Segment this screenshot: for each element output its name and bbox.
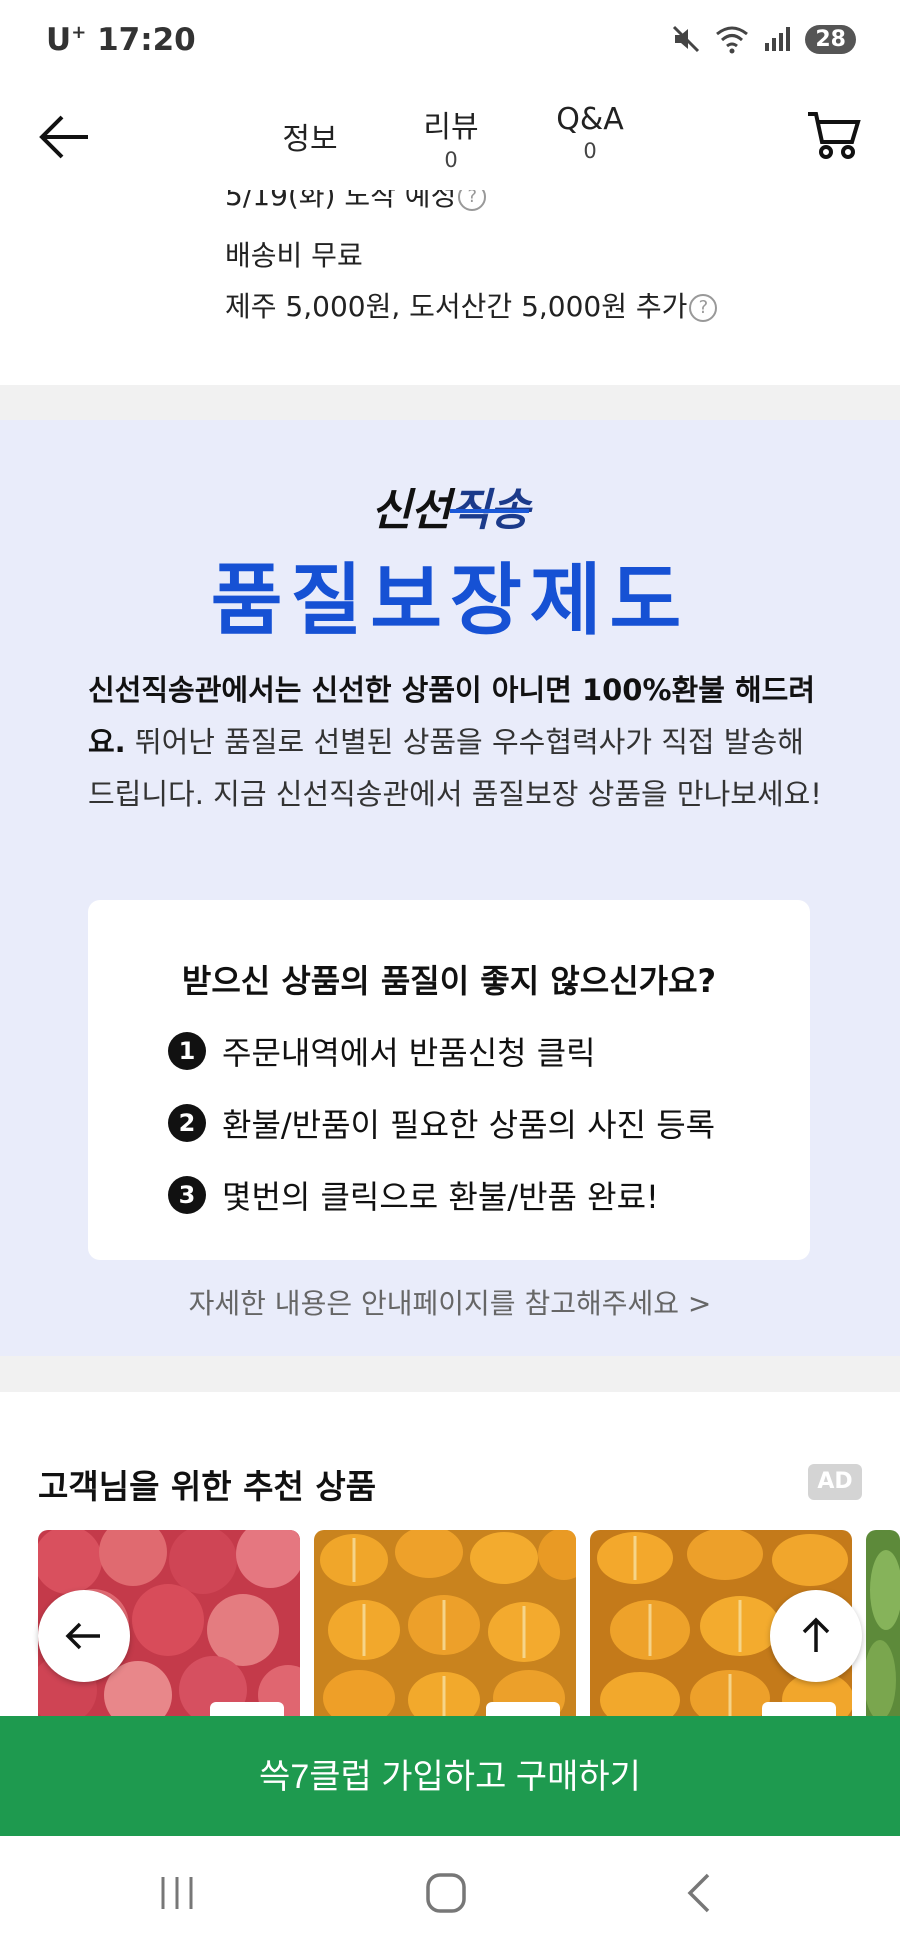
status-bar: U+ 17:20 28	[0, 0, 900, 84]
card-question: 받으신 상품의 품질이 좋지 않으신가요?	[181, 962, 717, 1000]
step-number: 2	[168, 1104, 206, 1142]
recent-apps-button[interactable]	[102, 1836, 252, 1950]
quality-guarantee-banner: 신선직송 품질보장제도 신선직송관에서는 신선한 상품이 아니면 100%환불 …	[0, 420, 900, 1356]
tab-info[interactable]: 정보	[270, 114, 350, 158]
brand-left: 신선	[371, 485, 451, 536]
home-icon	[426, 1873, 466, 1913]
back-arrow-icon	[39, 115, 88, 159]
melon-image	[314, 1530, 576, 1716]
tab-qna-count: 0	[583, 139, 597, 163]
brand-right: 직송	[450, 485, 530, 536]
system-navigation-bar	[0, 1836, 900, 1950]
chevron-left-icon	[687, 1873, 710, 1913]
greens-image	[866, 1530, 900, 1716]
step-item: 3 몇번의 클릭으로 환불/반품 완료!	[168, 1172, 659, 1218]
clock: 17:20	[97, 22, 196, 58]
section-divider	[0, 1356, 900, 1392]
guide-page-link[interactable]: 자세한 내용은 안내페이지를 참고해주세요 >	[0, 1282, 900, 1322]
section-divider	[0, 385, 900, 420]
carrier-plus: +	[71, 22, 87, 43]
promo-description-rest: 뛰어난 품질로 선별된 상품을 우수협력사가 직접 발송해 드립니다. 지금 신…	[88, 725, 822, 811]
product-tag	[210, 1702, 284, 1716]
home-button[interactable]	[371, 1836, 521, 1950]
left-arrow-icon	[65, 1622, 100, 1650]
ad-badge[interactable]: AD	[808, 1464, 862, 1500]
step-text: 환불/반품이 필요한 상품의 사진 등록	[222, 1106, 716, 1144]
product-card-melon[interactable]	[314, 1530, 576, 1716]
tab-qna-label: Q&A	[556, 102, 624, 137]
signal-icon	[765, 27, 791, 51]
shipping-fee: 배송비 무료	[225, 239, 363, 272]
shipping-extra-text: 제주 5,000원, 도서산간 5,000원 추가	[225, 290, 688, 323]
tab-review[interactable]: 리뷰 0	[408, 102, 494, 172]
product-tag	[486, 1702, 560, 1716]
tab-info-label: 정보	[282, 122, 338, 157]
tab-qna[interactable]: Q&A 0	[544, 102, 636, 163]
battery-indicator: 28	[805, 24, 856, 54]
step-item: 1 주문내역에서 반품신청 클릭	[168, 1028, 596, 1074]
step-number: 1	[168, 1032, 206, 1070]
step-number: 3	[168, 1176, 206, 1214]
cart-icon	[808, 112, 861, 159]
arrival-text: 5/19(화) 도착 예정	[225, 190, 457, 212]
carrier-label: U+ 17:20	[46, 22, 196, 58]
system-back-button[interactable]	[624, 1836, 774, 1950]
join-club-purchase-button[interactable]: 쓱7클럽 가입하고 구매하기	[0, 1716, 900, 1836]
tab-review-label: 리뷰	[423, 110, 479, 145]
recommend-title: 고객님을 위한 추천 상품	[38, 1467, 377, 1506]
scroll-back-button[interactable]	[38, 1590, 130, 1682]
tab-review-count: 0	[444, 148, 458, 172]
product-tag	[762, 1702, 836, 1716]
arrival-help-icon[interactable]: ?	[458, 190, 487, 211]
step-text: 주문내역에서 반품신청 클릭	[222, 1034, 596, 1072]
refund-steps-card: 받으신 상품의 품질이 좋지 않으신가요? 1 주문내역에서 반품신청 클릭 2…	[88, 900, 810, 1260]
product-header: 정보 리뷰 0 Q&A 0	[0, 84, 900, 194]
shipping-extra: 제주 5,000원, 도서산간 5,000원 추가?	[225, 285, 718, 325]
wifi-icon	[716, 26, 749, 54]
recent-apps-icon	[161, 1877, 193, 1909]
back-button[interactable]	[36, 112, 96, 162]
brand-logo: 신선직송	[0, 474, 900, 538]
system-icons: 28	[671, 24, 856, 54]
cart-button[interactable]	[806, 108, 862, 162]
carrier-name: U	[46, 22, 72, 58]
shipping-help-icon[interactable]: ?	[689, 294, 718, 322]
promo-title: 품질보장제도	[210, 556, 690, 646]
scroll-top-button[interactable]	[770, 1590, 862, 1682]
step-text: 몇번의 클릭으로 환불/반품 완료!	[222, 1178, 659, 1216]
product-card-greens[interactable]	[866, 1530, 900, 1716]
step-item: 2 환불/반품이 필요한 상품의 사진 등록	[168, 1100, 715, 1146]
promo-description: 신선직송관에서는 신선한 상품이 아니면 100%환불 해드려요. 뛰어난 품질…	[88, 664, 828, 820]
up-arrow-icon	[802, 1617, 830, 1652]
mute-icon	[673, 25, 700, 53]
shipping-arrival: 5/19(화) 도착 예정?	[225, 190, 487, 218]
